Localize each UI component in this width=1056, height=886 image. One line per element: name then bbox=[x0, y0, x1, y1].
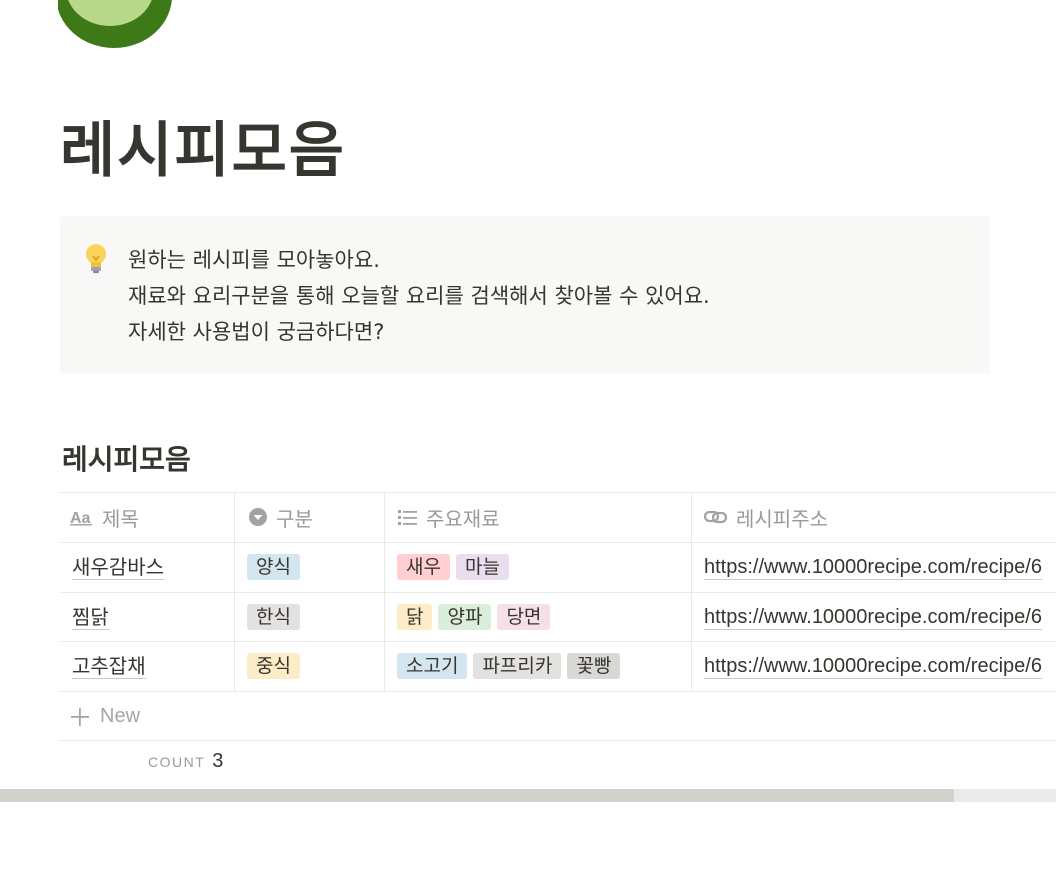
plus-icon bbox=[71, 707, 89, 726]
ingredient-tag: 마늘 bbox=[455, 554, 509, 580]
svg-text:Aa: Aa bbox=[70, 510, 91, 526]
new-row-button[interactable]: New bbox=[60, 692, 1056, 741]
column-header-ingredients[interactable]: 주요재료 bbox=[398, 492, 500, 542]
scrollbar-thumb[interactable] bbox=[0, 789, 954, 802]
category-tag: 중식 bbox=[247, 653, 300, 679]
ingredient-tag: 소고기 bbox=[397, 653, 468, 679]
list-icon bbox=[398, 510, 417, 525]
table-row[interactable]: 새우감바스 양식 새우 마늘 https://www.10000recipe.c… bbox=[60, 542, 1056, 592]
column-header-title[interactable]: Aa 제목 bbox=[70, 492, 139, 542]
ingredient-tag: 꽃빵 bbox=[567, 653, 621, 679]
column-header-url[interactable]: 레시피주소 bbox=[704, 492, 828, 542]
count-footer[interactable]: COUNT 3 bbox=[148, 750, 223, 773]
category-tag: 한식 bbox=[247, 604, 300, 630]
row-title[interactable]: 고추잡채 bbox=[72, 654, 146, 679]
recipe-url-link[interactable]: https://www.10000recipe.com/recipe/6 bbox=[704, 654, 1042, 679]
count-value: 3 bbox=[212, 750, 224, 772]
avocado-emoji-icon bbox=[58, 0, 172, 48]
database-title[interactable]: 레시피모음 bbox=[62, 438, 191, 478]
column-header-label: 레시피주소 bbox=[736, 506, 828, 531]
column-header-category[interactable]: 구분 bbox=[248, 492, 313, 542]
text-aa-icon: Aa bbox=[70, 510, 92, 526]
ingredient-tag: 새우 bbox=[397, 554, 450, 580]
page-title: 레시피모음 bbox=[60, 116, 346, 186]
ingredient-tag: 파프리카 bbox=[473, 653, 562, 679]
ingredient-tag: 당면 bbox=[497, 604, 551, 630]
callout-line: 원하는 레시피를 모아놓아요. bbox=[128, 248, 380, 272]
ingredient-tag: 닭 bbox=[397, 604, 433, 630]
ingredient-tag: 양파 bbox=[438, 604, 492, 630]
horizontal-scrollbar[interactable] bbox=[0, 789, 1056, 802]
callout-block: 원하는 레시피를 모아놓아요. 재료와 요리구분을 통해 오늘할 요리를 검색해… bbox=[60, 216, 990, 374]
callout-line: 재료와 요리구분을 통해 오늘할 요리를 검색해서 찾아볼 수 있어요. bbox=[128, 284, 710, 308]
link-icon bbox=[704, 510, 728, 524]
count-label: COUNT bbox=[148, 754, 206, 770]
table-row[interactable]: 찜닭 한식 닭 양파 당면 https://www.10000recipe.co… bbox=[60, 592, 1056, 642]
lightbulb-icon bbox=[86, 244, 106, 273]
category-tag: 양식 bbox=[247, 554, 300, 580]
column-header-label: 제목 bbox=[102, 506, 139, 531]
new-row-label: New bbox=[100, 705, 141, 727]
recipe-table: Aa 제목 구분 주요재료 레시피주소 새우감바스 양식 새우 마늘 https… bbox=[60, 492, 1056, 772]
row-title[interactable]: 찜닭 bbox=[72, 605, 109, 630]
callout-link-line[interactable]: 자세한 사용법이 궁금하다면? bbox=[128, 314, 710, 350]
column-header-label: 구분 bbox=[276, 506, 313, 531]
column-header-label: 주요재료 bbox=[426, 506, 500, 531]
recipe-url-link[interactable]: https://www.10000recipe.com/recipe/6 bbox=[704, 555, 1042, 580]
select-circle-icon bbox=[249, 508, 267, 526]
table-row[interactable]: 고추잡채 중식 소고기 파프리카 꽃빵 https://www.10000rec… bbox=[60, 641, 1056, 691]
recipe-url-link[interactable]: https://www.10000recipe.com/recipe/6 bbox=[704, 605, 1042, 630]
row-title[interactable]: 새우감바스 bbox=[72, 555, 164, 580]
